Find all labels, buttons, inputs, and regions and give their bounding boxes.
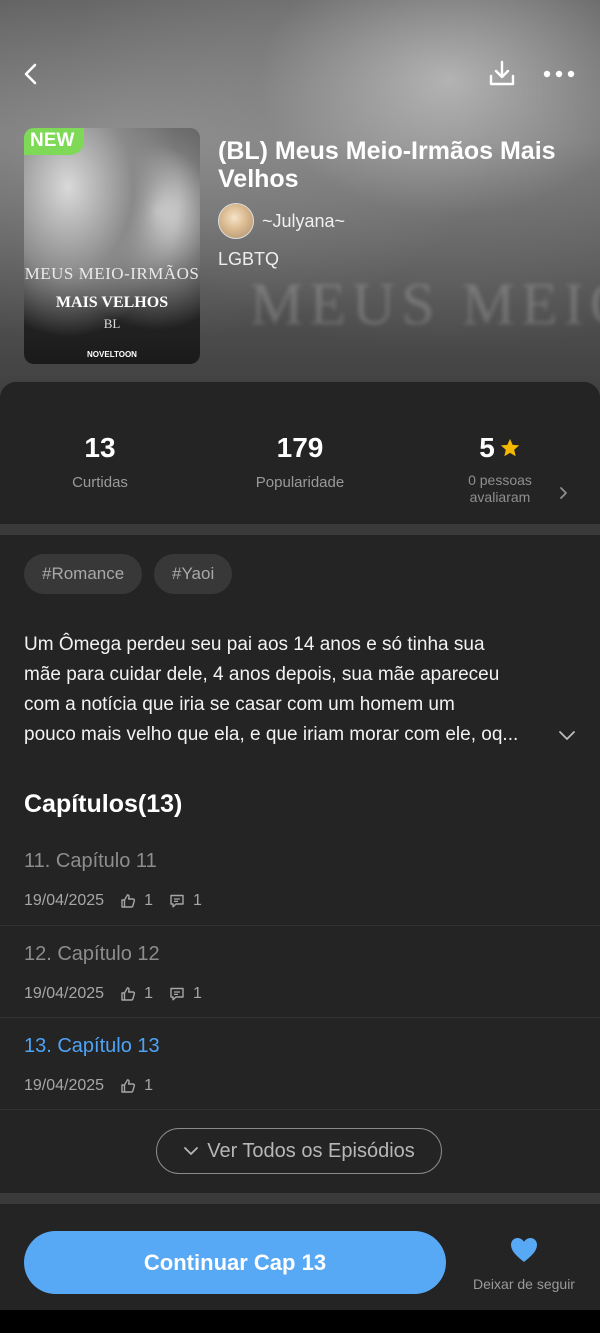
chapter-row[interactable]: 12. Capítulo 12 19/04/2025 1 1 [0,933,600,1025]
cover-title-line1: MEUS MEIO-IRMÃOS [24,264,200,283]
chevron-left-icon [24,63,37,85]
synopsis-line: pouco mais velho que ela, e que iriam mo… [24,724,519,745]
synopsis[interactable]: Um Ômega perdeu seu pai aos 14 anos e só… [24,630,552,750]
tag-romance[interactable]: #Romance [24,554,143,594]
chapter-comments: 1 [169,985,202,1003]
unfollow-label: Deixar de seguir [473,1276,575,1292]
chapter-likes: 1 [120,892,153,910]
expand-synopsis-button[interactable] [552,720,582,750]
row-divider [0,1109,600,1110]
chevron-right-icon[interactable] [556,486,570,500]
synopsis-line: com a notícia que iria se casar com um h… [24,694,455,715]
hero-background-text: MEUS MEIO IRMAOS [250,271,600,337]
download-icon [489,60,515,86]
rating-label-line2: avaliaram [469,489,531,505]
row-divider [0,925,600,926]
cover-title-line3: BL [103,316,121,331]
chapter-title: 12. Capítulo 12 [24,943,160,965]
unfollow-button[interactable]: Deixar de seguir [462,1236,586,1292]
thumbs-up-icon [121,1079,136,1093]
view-all-episodes-button[interactable]: Ver Todos os Episódios [156,1128,442,1174]
more-options-button[interactable] [538,56,580,92]
chapter-date: 19/04/2025 [24,985,105,1002]
rating-value: 5 [479,432,495,463]
chapter-likes-count: 1 [144,1077,153,1094]
chevron-down-icon [184,1147,199,1155]
bottom-action-bar: Continuar Cap 13 Deixar de seguir [0,1214,600,1310]
comment-icon [170,894,184,908]
chapter-comments: 1 [169,892,202,910]
heart-icon [511,1238,537,1262]
chapter-comments-count: 1 [192,985,202,1002]
thumbs-up-icon [121,987,136,1001]
likes-label: Curtidas [72,474,128,491]
row-divider [0,1017,600,1018]
chapter-meta: 19/04/2025 1 [24,1077,153,1095]
synopsis-line: mãe para cuidar dele, 4 anos depois, sua… [24,664,500,685]
chapter-likes-count: 1 [144,892,153,909]
synopsis-line: Um Ômega perdeu seu pai aos 14 anos e só… [24,634,485,655]
chapter-date: 19/04/2025 [24,1077,105,1094]
chapter-row[interactable]: 11. Capítulo 11 19/04/2025 1 1 [0,840,600,932]
stat-rating[interactable]: 5 0 pessoas avaliaram [440,432,560,506]
chapter-title: 11. Capítulo 11 [24,850,157,872]
likes-count: 13 [84,432,116,463]
more-dots-icon [543,70,575,78]
rating-label-line1: 0 pessoas [468,472,532,488]
rating-value-row: 5 [440,432,560,464]
chapter-comments-count: 1 [192,892,202,909]
comment-icon [170,987,184,1001]
continue-reading-button[interactable]: Continuar Cap 13 [24,1231,446,1294]
book-title: (BL) Meus Meio-Irmãos Mais Velhos [218,137,556,193]
chapter-likes: 1 [120,1077,153,1095]
thumbs-up-icon [121,894,136,908]
download-button[interactable] [484,56,520,92]
cover-brand: NOVELTOON [87,350,137,359]
back-button[interactable] [14,56,50,92]
popularity-count: 179 [276,432,324,463]
star-icon [500,438,519,457]
rating-label: 0 pessoas avaliaram [440,472,560,506]
stat-likes: 13 Curtidas [40,432,160,491]
stats-row: 13 Curtidas 179 Popularidade 5 0 pessoas… [0,382,600,524]
author-row[interactable]: ~Julyana~ [218,203,345,239]
chapter-likes: 1 [120,985,153,1003]
chapter-meta: 19/04/2025 1 1 [24,985,202,1003]
chevron-down-icon [559,731,575,740]
new-badge: NEW [24,128,85,155]
stat-popularity: 179 Popularidade [230,432,370,491]
section-divider [0,1193,600,1204]
chapters-heading: Capítulos(13) [24,790,183,818]
chapter-likes-count: 1 [144,985,153,1002]
system-nav-bar [0,1310,600,1333]
genre-label[interactable]: LGBTQ [218,249,279,270]
author-avatar [218,203,254,239]
details-panel: 13 Curtidas 179 Popularidade 5 0 pessoas… [0,382,600,1310]
popularity-label: Popularidade [255,474,345,491]
author-name: ~Julyana~ [262,210,346,231]
chapter-title: 13. Capítulo 13 [24,1035,160,1057]
chapter-row-current[interactable]: 13. Capítulo 13 19/04/2025 1 [0,1025,600,1117]
cover-title-line2: MAIS VELHOS [55,294,169,311]
book-cover[interactable]: NEW MEUS MEIO-IRMÃOS MAIS VELHOS BL NOVE… [24,128,200,364]
chapter-meta: 19/04/2025 1 1 [24,892,202,910]
tag-yaoi[interactable]: #Yaoi [154,554,233,594]
view-all-episodes-label: Ver Todos os Episódios [207,1139,415,1162]
chapter-date: 19/04/2025 [24,892,105,909]
section-divider [0,524,600,535]
